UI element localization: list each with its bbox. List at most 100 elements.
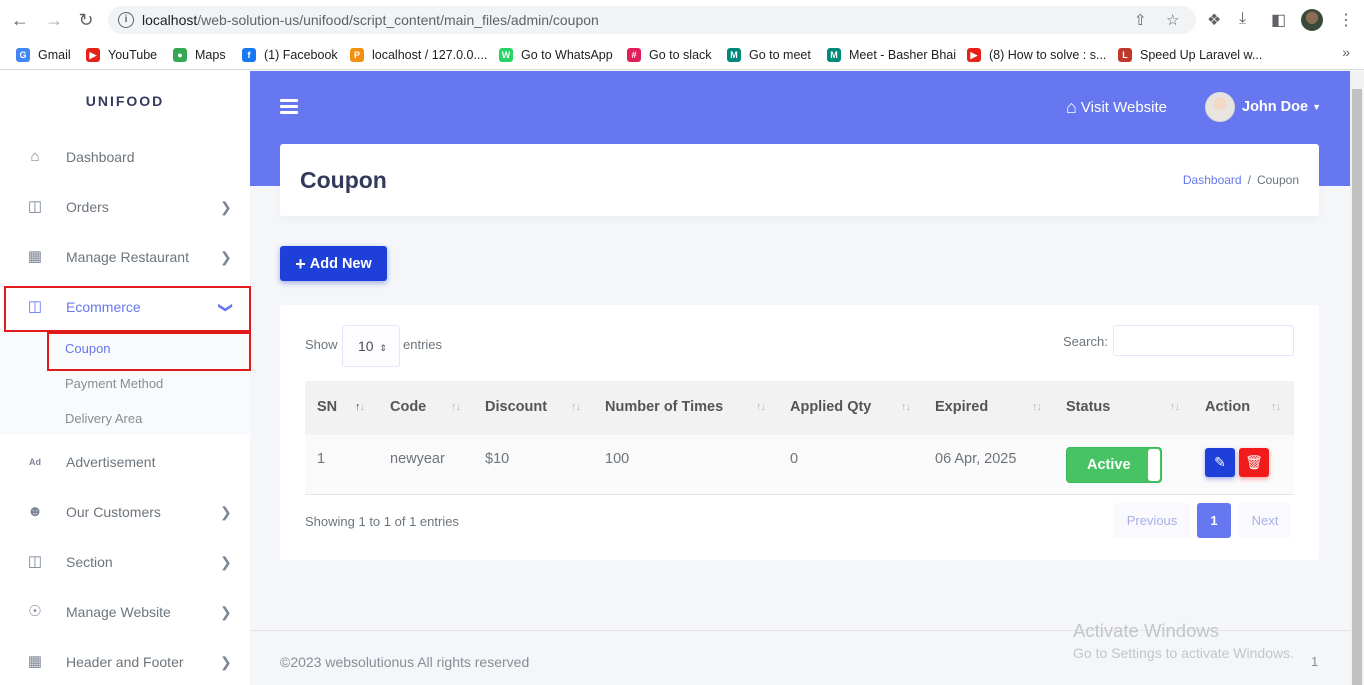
column-header-code[interactable]: Code <box>390 399 426 415</box>
sidebar-item-our-customers[interactable]: ☻ Our Customers ❯ <box>0 487 250 537</box>
breadcrumb-dashboard-link[interactable]: Dashboard <box>1183 173 1242 187</box>
back-icon[interactable]: ← <box>10 10 30 30</box>
sidebar-item-label: Manage Website <box>66 604 171 620</box>
sidebar-item-manage-restaurant[interactable]: ▦ Manage Restaurant ❯ <box>0 232 250 282</box>
forward-icon[interactable]: → <box>44 10 64 30</box>
url-text[interactable]: localhost/web-solution-us/unifood/script… <box>142 12 599 28</box>
users-icon: ☻ <box>27 503 43 520</box>
column-header-discount[interactable]: Discount <box>485 399 547 415</box>
coupon-table-card: Show 10 ⇕ entries Search: SN ↑↓ Code ↑↓ … <box>280 305 1319 560</box>
column-header-number-of-times[interactable]: Number of Times <box>605 399 723 415</box>
bookmark-item[interactable]: L Speed Up Laravel w... <box>1118 45 1262 65</box>
user-dropdown[interactable]: John Doe ▼ <box>1205 92 1321 122</box>
youtube-icon: ▶ <box>86 48 100 62</box>
select-arrows-icon: ⇕ <box>379 343 388 353</box>
sidebar-item-section[interactable]: ◫ Section ❯ <box>0 537 250 587</box>
sort-icon[interactable]: ↑↓ <box>1170 401 1180 413</box>
delete-button[interactable]: 🗑 <box>1239 448 1269 477</box>
page-scrollbar[interactable] <box>1350 71 1364 685</box>
browser-toolbar: ← → ↻ i localhost/web-solution-us/unifoo… <box>0 0 1364 40</box>
submenu-item-delivery-area[interactable]: Delivery Area <box>65 411 142 426</box>
phpmyadmin-icon: P <box>350 48 364 62</box>
column-header-applied-qty[interactable]: Applied Qty <box>790 399 871 415</box>
bookmark-item[interactable]: # Go to slack <box>627 45 712 65</box>
bookmark-item[interactable]: W Go to WhatsApp <box>499 45 613 65</box>
page-header-card: Coupon Dashboard / Coupon <box>280 144 1319 216</box>
search-input[interactable] <box>1113 325 1294 356</box>
bookmark-label: Speed Up Laravel w... <box>1140 48 1263 62</box>
hamburger-menu-icon[interactable] <box>280 99 298 117</box>
brand-logo[interactable]: UNIFOOD <box>0 93 250 109</box>
menu-kebab-icon[interactable]: ⋮ <box>1338 10 1354 30</box>
chevron-right-icon: ❯ <box>220 653 232 670</box>
sort-icon[interactable]: ↑↓ <box>756 401 766 413</box>
sidebar-item-header-and-footer[interactable]: ▦ Header and Footer ❯ <box>0 637 250 685</box>
sort-icon[interactable]: ↑↓ <box>571 401 581 413</box>
bookmark-label: YouTube <box>108 48 158 62</box>
bookmark-item[interactable]: Plocalhost / 127.0.0.... <box>350 45 487 65</box>
submenu-item-payment-method[interactable]: Payment Method <box>65 376 163 391</box>
highlight-box-coupon <box>47 332 251 371</box>
sidebar-item-orders[interactable]: ◫ Orders ❯ <box>0 182 250 232</box>
bookmark-item[interactable]: G Gmail <box>16 45 71 65</box>
bookmark-item[interactable]: M Go to meet <box>727 45 811 65</box>
table-row: 1 newyear $10 100 0 06 Apr, 2025 Active … <box>305 435 1294 495</box>
bookmark-item[interactable]: ▶ YouTube <box>86 45 157 65</box>
avatar <box>1205 92 1235 122</box>
bookmark-star-icon[interactable]: ☆ <box>1166 11 1179 29</box>
bookmark-item[interactable]: ▶ (8) How to solve : s... <box>967 45 1106 65</box>
pagination-next[interactable]: Next <box>1239 503 1291 538</box>
sort-icon[interactable]: ↑↓ <box>451 401 461 413</box>
pagination-page-1[interactable]: 1 <box>1197 503 1231 538</box>
sidebar-item-label: Section <box>66 554 113 570</box>
cell-sn: 1 <box>317 451 326 467</box>
add-new-label: Add New <box>309 255 372 272</box>
footer-version: 1 <box>1311 654 1319 669</box>
pagination-previous[interactable]: Previous <box>1113 503 1191 538</box>
address-bar[interactable]: i localhost/web-solution-us/unifood/scri… <box>108 6 1196 34</box>
status-toggle[interactable]: Active <box>1066 447 1162 483</box>
sort-icon[interactable]: ↑↓ <box>1032 401 1042 413</box>
trash-icon: 🗑 <box>1245 454 1263 470</box>
bookmark-label: localhost / 127.0.0.... <box>372 48 488 62</box>
bookmark-label: (8) How to solve : s... <box>989 48 1107 62</box>
column-header-status[interactable]: Status <box>1066 399 1110 415</box>
show-label: Show <box>305 337 338 352</box>
side-panel-icon[interactable]: ◧ <box>1271 10 1286 30</box>
footer-copyright: ©2023 websolutionus All rights reserved <box>280 654 530 670</box>
maps-icon: ● <box>173 48 187 62</box>
reload-icon[interactable]: ↻ <box>76 10 96 30</box>
bookmark-item[interactable]: f (1) Facebook <box>242 45 338 65</box>
extensions-icon[interactable]: ❖ <box>1207 10 1221 30</box>
bookmark-item[interactable]: M Meet - Basher Bhai <box>827 45 956 65</box>
bookmark-item[interactable]: ● Maps <box>173 45 226 65</box>
bookmark-label: Gmail <box>38 48 71 62</box>
share-icon[interactable]: ⇧ <box>1134 11 1147 29</box>
breadcrumb-separator: / <box>1247 173 1251 187</box>
entries-select[interactable]: 10 ⇕ <box>342 325 400 367</box>
meet-icon: M <box>727 48 741 62</box>
table-header: SN ↑↓ Code ↑↓ Discount ↑↓ Number of Time… <box>305 381 1294 435</box>
sidebar-item-dashboard[interactable]: ⌂ Dashboard <box>0 132 250 182</box>
sidebar-item-manage-website[interactable]: ☉ Manage Website ❯ <box>0 587 250 637</box>
column-header-expired[interactable]: Expired <box>935 399 988 415</box>
column-header-sn[interactable]: SN <box>317 399 337 415</box>
cell-applied-qty: 0 <box>790 451 799 467</box>
scrollbar-thumb[interactable] <box>1352 89 1362 685</box>
laravel-icon: L <box>1118 48 1132 62</box>
sidebar-item-advertisement[interactable]: Ad Advertisement <box>0 437 250 487</box>
bookmark-label: Meet - Basher Bhai <box>849 48 956 62</box>
chevron-right-icon: ❯ <box>220 198 232 215</box>
activate-windows-subtitle: Go to Settings to activate Windows. <box>1073 645 1294 661</box>
bookmark-label: (1) Facebook <box>264 48 338 62</box>
sort-icon[interactable]: ↑↓ <box>901 401 911 413</box>
download-icon[interactable]: ⤓ <box>1239 10 1246 28</box>
edit-button[interactable]: ✎ <box>1205 448 1235 477</box>
site-info-icon[interactable]: i <box>118 12 134 28</box>
profile-avatar[interactable] <box>1301 9 1323 31</box>
edit-icon: ✎ <box>1214 454 1226 470</box>
visit-website-link[interactable]: ⌂ Visit Website <box>1066 97 1167 118</box>
add-new-button[interactable]: + Add New <box>280 246 387 281</box>
more-bookmarks-icon[interactable]: » <box>1342 44 1350 60</box>
sort-icon[interactable]: ↑↓ <box>355 401 365 413</box>
